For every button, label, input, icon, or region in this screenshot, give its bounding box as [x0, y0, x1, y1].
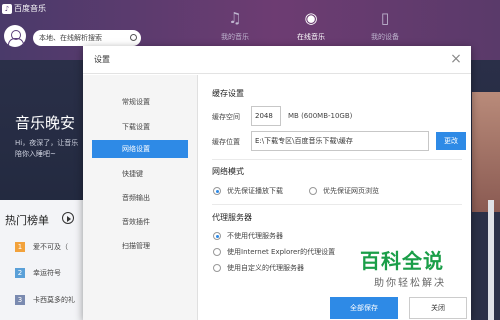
cache-space-unit: MB (600MB-10GB): [288, 112, 353, 120]
avatar[interactable]: [4, 25, 26, 47]
rank-badge: 2: [15, 268, 25, 278]
hot-chart-title: 热门榜单: [5, 214, 49, 227]
search-input[interactable]: 本地、在线解析搜索: [33, 30, 141, 46]
list-item[interactable]: 2 幸运符号: [15, 266, 85, 280]
app-logo: ♪ 百度音乐: [2, 3, 46, 14]
radio-priority-playback-label[interactable]: 优先保证播放下载: [227, 186, 283, 196]
nav-label: 在线音乐: [297, 33, 325, 41]
list-item[interactable]: 1 爱不可及（: [15, 240, 85, 254]
hot-chart-panel: 热门榜单 1 爱不可及（ 2 幸运符号 3 卡西莫多的礼: [0, 200, 90, 320]
sidebar-item-general[interactable]: 常规设置: [92, 93, 188, 111]
nav-label: 我的设备: [371, 33, 399, 41]
rank-badge: 1: [15, 242, 25, 252]
play-icon[interactable]: [62, 212, 74, 224]
search-icon[interactable]: [130, 34, 137, 41]
baidu-music-logo-icon: ♪: [2, 3, 12, 14]
hero-title: 音乐晚安: [15, 114, 76, 132]
sidebar-item-effects[interactable]: 音效插件: [92, 213, 188, 231]
song-name: 幸运符号: [33, 269, 61, 277]
sidebar-item-scan[interactable]: 扫描管理: [92, 237, 188, 255]
rank-badge: 3: [15, 295, 25, 305]
cache-space-input[interactable]: 2048: [251, 106, 281, 126]
cache-location-field[interactable]: E:\下载专区\百度音乐下载\缓存: [251, 131, 429, 151]
dialog-title: 设置: [94, 55, 110, 64]
radio-custom-proxy-label[interactable]: 使用自定义的代理服务器: [227, 263, 304, 273]
radio-priority-browsing[interactable]: [309, 187, 317, 195]
radio-ie-proxy-label[interactable]: 使用Internet Explorer的代理设置: [227, 247, 335, 257]
sidebar-item-audio-output[interactable]: 音频输出: [92, 189, 188, 207]
sidebar-item-network[interactable]: 网络设置: [92, 140, 188, 158]
cache-section-title: 缓存设置: [212, 89, 244, 98]
change-location-button[interactable]: 更改: [436, 132, 466, 150]
song-name: 爱不可及（: [33, 243, 68, 251]
watermark-subtitle: 助你轻松解决: [374, 278, 446, 289]
close-button[interactable]: 关闭: [409, 297, 467, 319]
nav-online-music[interactable]: ◉ 在线音乐: [281, 8, 341, 42]
sidebar-item-download[interactable]: 下载设置: [92, 118, 188, 136]
network-mode-title: 网络模式: [212, 167, 244, 176]
radio-priority-browsing-label[interactable]: 优先保证网页浏览: [323, 186, 379, 196]
proxy-section-title: 代理服务器: [212, 213, 252, 222]
hero-subtitle: Hi，夜深了，让音乐陪你入睡吧~: [15, 139, 79, 158]
settings-sidebar: 常规设置 下载设置 网络设置 快捷键 音频输出 音效插件 扫描管理: [83, 75, 198, 320]
radio-priority-playback[interactable]: [213, 187, 221, 195]
radio-no-proxy[interactable]: [213, 232, 221, 240]
watermark: 百科全说 助你轻松解决: [360, 245, 490, 295]
nav-my-device[interactable]: ▯ 我的设备: [355, 8, 415, 42]
save-all-button[interactable]: 全部保存: [330, 297, 398, 319]
radio-ie-proxy[interactable]: [213, 248, 221, 256]
divider: [212, 159, 462, 160]
song-name: 卡西莫多的礼: [33, 296, 75, 304]
cache-space-label: 缓存空间: [212, 113, 240, 121]
phone-icon: ▯: [380, 9, 390, 27]
radio-custom-proxy[interactable]: [213, 264, 221, 272]
search-placeholder: 本地、在线解析搜索: [39, 34, 102, 42]
list-item[interactable]: 3 卡西莫多的礼: [15, 293, 85, 307]
nav-label: 我的音乐: [221, 33, 249, 41]
watermark-logo: 百科全说: [360, 249, 444, 273]
radio-no-proxy-label[interactable]: 不使用代理服务器: [227, 231, 283, 241]
close-icon[interactable]: ×: [447, 50, 465, 68]
divider: [212, 204, 462, 205]
music-note-icon: ♫: [228, 9, 242, 27]
dialog-titlebar[interactable]: 设置 ×: [83, 46, 471, 74]
cache-location-label: 缓存位置: [212, 138, 240, 146]
hero-image: [472, 92, 500, 212]
nav-my-music[interactable]: ♫ 我的音乐: [205, 8, 265, 42]
app-logo-text: 百度音乐: [14, 4, 46, 13]
sidebar-item-hotkeys[interactable]: 快捷键: [92, 165, 188, 183]
globe-icon: ◉: [304, 9, 318, 27]
